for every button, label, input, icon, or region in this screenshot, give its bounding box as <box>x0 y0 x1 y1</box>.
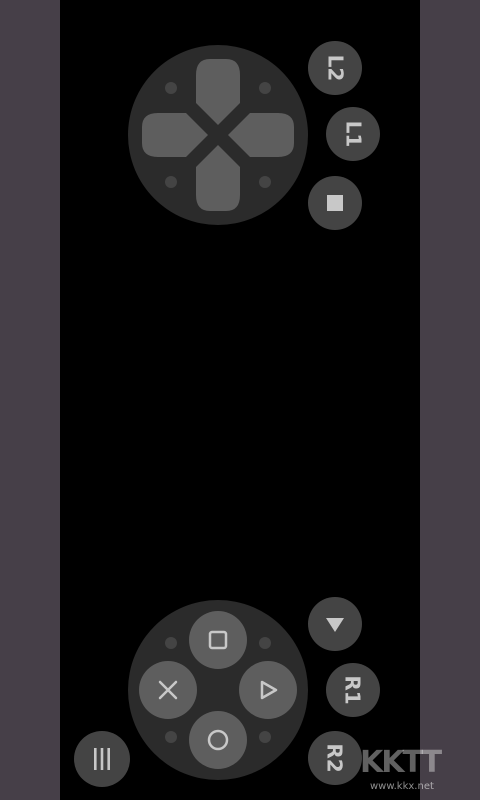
l2-button[interactable]: L2 <box>308 41 362 95</box>
square-button[interactable] <box>189 611 247 669</box>
r2-button[interactable]: R2 <box>308 731 362 785</box>
triangle-down-icon <box>326 618 344 632</box>
watermark: KKTT www.kkx.net <box>360 745 476 797</box>
right-side-bar <box>420 0 480 800</box>
r1-label: R1 <box>340 675 365 705</box>
left-side-bar <box>0 0 60 800</box>
circle-button[interactable] <box>189 711 247 769</box>
l2-label: L2 <box>322 54 347 82</box>
cross-button[interactable] <box>139 661 197 719</box>
face-diagonal-dot <box>259 731 271 743</box>
r1-button[interactable]: R1 <box>326 663 380 717</box>
triangle-button[interactable] <box>239 661 297 719</box>
square-icon <box>208 630 228 650</box>
select-button[interactable] <box>308 176 362 230</box>
arrow-down-icon[interactable] <box>196 145 240 211</box>
r2-label: R2 <box>322 743 347 773</box>
menu-bars-icon <box>94 748 110 770</box>
arrow-up-icon[interactable] <box>196 59 240 125</box>
square-stop-icon <box>327 195 343 211</box>
l1-button[interactable]: L1 <box>326 107 380 161</box>
dpad-arrows <box>142 59 294 211</box>
start-button[interactable] <box>308 597 362 651</box>
l1-label: L1 <box>340 120 365 148</box>
menu-button[interactable] <box>74 731 130 787</box>
dpad-base <box>128 45 308 225</box>
face-buttons-base <box>128 600 308 780</box>
cross-icon <box>158 680 178 700</box>
face-diagonal-dot <box>259 637 271 649</box>
watermark-url: www.kkx.net <box>370 781 434 792</box>
game-controller-screen: L2 L1 R1 R2 KKTT www.kkx.net <box>0 0 480 800</box>
face-diagonal-dot <box>165 637 177 649</box>
triangle-icon <box>260 680 278 700</box>
circle-icon <box>207 729 229 751</box>
arrow-right-icon[interactable] <box>228 113 294 157</box>
arrow-left-icon[interactable] <box>142 113 208 157</box>
face-diagonal-dot <box>165 731 177 743</box>
watermark-logo: KKTT <box>360 745 442 780</box>
